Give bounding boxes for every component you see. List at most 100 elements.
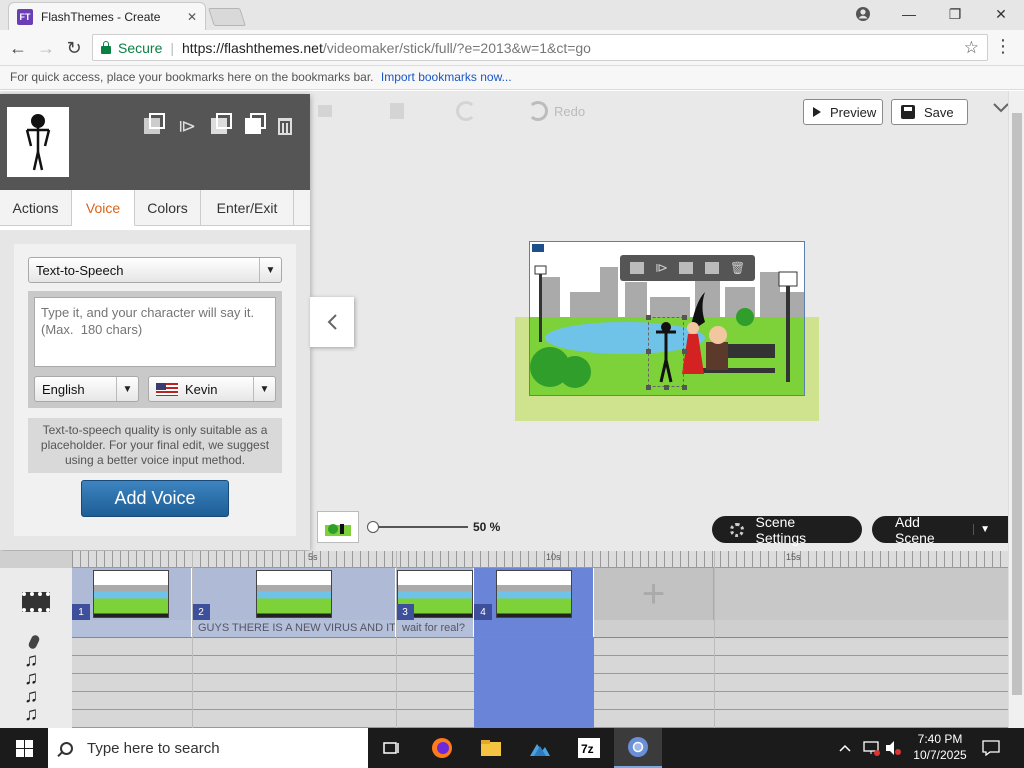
vertical-scrollbar[interactable] — [1008, 91, 1024, 728]
back-icon[interactable]: ← — [6, 36, 30, 60]
scene-thumbnail[interactable] — [317, 511, 359, 543]
tab-enter-exit[interactable]: Enter/Exit — [201, 190, 294, 226]
network-icon[interactable] — [862, 728, 880, 768]
resize-handle[interactable] — [682, 315, 687, 320]
bring-forward-icon[interactable] — [629, 262, 644, 274]
tab-actions[interactable]: Actions — [0, 190, 72, 226]
bookmark-star-icon[interactable]: ☆ — [964, 38, 979, 58]
task-view-icon[interactable] — [368, 728, 416, 768]
firefox-icon[interactable] — [418, 728, 466, 768]
add-scene-button[interactable]: Add Scene ▼ — [872, 514, 1008, 546]
flashthemes-favicon-icon: FT — [17, 8, 33, 25]
dropdown-arrow-icon: ▼ — [116, 377, 138, 401]
resize-handle[interactable] — [664, 385, 669, 390]
undo-icon[interactable] — [456, 101, 482, 121]
svg-text:7z: 7z — [581, 742, 594, 756]
scene-settings-button[interactable]: Scene Settings — [712, 514, 862, 546]
flip-horizontal-icon[interactable]: ⧐ — [174, 114, 200, 138]
music-note-icon: ♫ — [24, 704, 39, 725]
add-voice-button[interactable]: Add Voice — [81, 480, 229, 517]
resize-handle[interactable] — [646, 385, 651, 390]
file-explorer-icon[interactable] — [467, 728, 515, 768]
minimize-icon[interactable]: — — [886, 0, 932, 28]
voice-clip[interactable]: GUYS THERE IS A NEW VIRUS AND IT... — [192, 620, 396, 637]
restore-icon[interactable]: ❐ — [932, 0, 978, 28]
timeline-scene[interactable]: 2 — [192, 568, 396, 620]
column-divider — [714, 551, 715, 728]
preview-button[interactable]: Preview — [803, 99, 883, 125]
new-tab-button[interactable] — [208, 8, 246, 26]
delete-icon[interactable]: 🗑 — [730, 261, 745, 275]
timeline-scene[interactable]: 1 — [72, 568, 192, 620]
start-button[interactable] — [0, 728, 48, 768]
scrollbar-thumb[interactable] — [1012, 113, 1022, 695]
zoom-slider-track[interactable] — [372, 526, 468, 528]
resize-handle[interactable] — [646, 315, 651, 320]
play-icon — [813, 107, 821, 117]
reload-icon[interactable]: ↻ — [62, 36, 86, 60]
flip-icon[interactable]: ⧐ — [655, 260, 668, 276]
volume-muted-icon[interactable] — [884, 728, 902, 768]
add-scene-slot[interactable]: + — [594, 568, 714, 620]
import-bookmarks-link[interactable]: Import bookmarks now... — [381, 70, 512, 84]
character-selection-box[interactable] — [648, 317, 684, 387]
redo-button[interactable]: Redo — [528, 101, 585, 121]
bring-to-front-icon[interactable] — [139, 113, 165, 138]
voice-select[interactable]: Kevin ▼ — [148, 376, 276, 402]
language-select[interactable]: English ▼ — [34, 376, 139, 402]
delete-icon[interactable] — [272, 114, 298, 138]
tts-input-group: English ▼ Kevin ▼ — [28, 291, 282, 408]
scene-number: 1 — [72, 604, 90, 620]
paste-icon[interactable] — [386, 101, 410, 121]
scene-preview — [256, 570, 332, 618]
7zip-icon[interactable]: 7z — [565, 728, 613, 768]
cut-icon[interactable] — [316, 101, 340, 119]
timeline-scene[interactable]: 3 — [396, 568, 474, 620]
tab-voice[interactable]: Voice — [72, 190, 135, 226]
notifications-icon[interactable] — [982, 728, 1000, 768]
copy-icon[interactable] — [206, 113, 232, 138]
taskbar-search-box[interactable]: Type here to search — [48, 728, 368, 768]
resize-handle[interactable] — [682, 385, 687, 390]
profile-icon[interactable] — [840, 0, 886, 28]
search-icon — [57, 738, 76, 758]
timeline: 5s 10s 15s ♫ ♫ ♫ ♫ 1 2 3 4 + GUYS THERE … — [0, 551, 1008, 728]
show-hidden-icons[interactable] — [838, 728, 852, 768]
timeline-ruler[interactable]: 5s 10s 15s — [72, 551, 1008, 568]
column-divider — [192, 551, 193, 728]
photos-app-icon[interactable] — [516, 728, 564, 768]
chrome-icon[interactable] — [614, 728, 662, 768]
scene-preview — [496, 570, 572, 618]
zoom-slider-knob[interactable] — [367, 521, 379, 533]
close-window-icon[interactable]: ✕ — [978, 0, 1024, 28]
copy-icon[interactable] — [679, 262, 694, 274]
duplicate-icon[interactable] — [704, 262, 719, 274]
url-host: https://flashthemes.net — [182, 39, 323, 56]
scene-preview — [93, 570, 169, 618]
tab-close-icon[interactable]: ✕ — [187, 10, 197, 24]
voice-clip[interactable]: wait for real? — [396, 620, 474, 637]
forward-icon[interactable]: → — [34, 36, 58, 60]
resize-handle[interactable] — [682, 349, 687, 354]
timeline-zoom-handle[interactable] — [0, 551, 72, 568]
url-input[interactable]: Secure | https://flashthemes.net/videoma… — [92, 34, 988, 61]
voice-clip[interactable] — [72, 620, 192, 637]
collapse-panel-button[interactable] — [310, 297, 354, 347]
save-button[interactable]: Save — [891, 99, 968, 125]
system-clock[interactable]: 7:40 PM 10/7/2025 — [908, 731, 972, 763]
tab-colors[interactable]: Colors — [135, 190, 201, 226]
browser-tab[interactable]: FT FlashThemes - Create ✕ — [8, 2, 206, 30]
scene-number: 2 — [192, 604, 210, 620]
tts-text-input[interactable] — [34, 297, 276, 367]
browser-menu-icon[interactable]: ⋮ — [994, 36, 1012, 57]
add-scene-dropdown-icon[interactable]: ▼ — [973, 524, 990, 535]
paste-icon[interactable] — [240, 113, 266, 138]
voice-form: Text-to-Speech ▼ English ▼ Kevin ▼ — [14, 244, 296, 536]
resize-handle[interactable] — [646, 349, 651, 354]
timeline-scene-selected[interactable]: 4 — [474, 568, 594, 620]
voice-method-select[interactable]: Text-to-Speech ▼ — [28, 257, 282, 283]
url-separator: | — [170, 39, 174, 56]
voice-clip[interactable] — [474, 620, 594, 637]
secure-indicator[interactable]: Secure — [101, 40, 162, 56]
browser-tab-bar: FT FlashThemes - Create ✕ — ❐ ✕ — [0, 0, 1024, 30]
